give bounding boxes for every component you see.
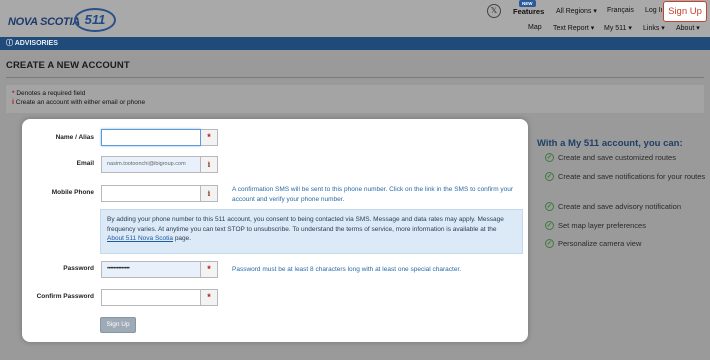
check-circle-icon: ✓ (545, 153, 554, 162)
info-icon[interactable]: i (201, 185, 218, 202)
signup-header-button[interactable]: Sign Up (663, 1, 707, 22)
info-note: i Create an account with either email or… (12, 98, 698, 107)
password-hint: Password must be at least 8 characters l… (232, 266, 462, 273)
form-notes: * Denotes a required field i Create an a… (6, 85, 704, 113)
password-input[interactable]: •••••••••••••• (101, 261, 201, 278)
confirm-password-input[interactable] (101, 289, 201, 306)
required-asterisk-icon: * (12, 90, 15, 97)
required-note-text: Denotes a required field (16, 90, 86, 97)
required-asterisk-icon: * (201, 289, 218, 306)
nav-links[interactable]: Links ▾ (643, 24, 665, 32)
benefit-item: Create and save notifications for your r… (558, 172, 706, 181)
consent-text: By adding your phone number to this 511 … (107, 216, 504, 233)
name-label: Name / Alias (55, 134, 94, 141)
confirm-password-label: Confirm Password (36, 293, 94, 300)
required-asterisk-icon: * (201, 129, 218, 146)
sms-consent-notice: By adding your phone number to this 511 … (100, 209, 523, 254)
site-header: NOVA SCOTIA 511 𝕏 NEW Features All Regio… (0, 0, 710, 37)
required-note: * Denotes a required field (12, 89, 698, 98)
name-input[interactable] (101, 129, 201, 146)
info-icon: i (12, 99, 14, 106)
regions-dropdown[interactable]: All Regions ▾ (556, 7, 597, 15)
nav-map[interactable]: Map (528, 24, 542, 31)
features-link[interactable]: Features (513, 7, 544, 16)
nav-text-report[interactable]: Text Report ▾ (553, 24, 594, 32)
benefit-item: Set map layer preferences (558, 221, 646, 230)
email-label: Email (76, 160, 94, 167)
new-badge: NEW (519, 0, 536, 7)
mobile-hint: A confirmation SMS will be sent to this … (232, 186, 514, 203)
info-icon[interactable]: i (201, 156, 218, 173)
check-circle-icon: ✓ (545, 239, 554, 248)
site-logo[interactable]: NOVA SCOTIA 511 (8, 8, 116, 36)
info-note-text: Create an account with either email or p… (15, 99, 146, 106)
page-title: CREATE A NEW ACCOUNT (6, 60, 130, 71)
password-label: Password (63, 265, 94, 272)
x-social-icon[interactable]: 𝕏 (487, 4, 501, 18)
logo-text: NOVA SCOTIA (8, 16, 80, 28)
required-asterisk-icon: * (201, 261, 218, 278)
mobile-input[interactable] (101, 185, 201, 202)
benefit-item: Create and save customized routes (558, 153, 676, 162)
logo-badge: 511 (74, 8, 116, 32)
check-circle-icon: ✓ (545, 221, 554, 230)
title-divider (6, 77, 704, 78)
check-circle-icon: ✓ (545, 172, 554, 181)
login-link[interactable]: Log In (645, 7, 662, 14)
about-511-link[interactable]: About 511 Nova Scotia (107, 235, 173, 242)
mobile-label: Mobile Phone (51, 189, 94, 196)
nav-my-511[interactable]: My 511 ▾ (604, 24, 632, 32)
advisories-bar[interactable]: ⓘ ADVISORIES (0, 37, 710, 50)
info-circle-icon: ⓘ (6, 40, 15, 47)
consent-tail: page. (173, 235, 192, 242)
signup-submit-button[interactable]: Sign Up (100, 317, 136, 333)
advisories-label: ADVISORIES (14, 40, 58, 47)
benefit-item: Personalize camera view (558, 239, 642, 248)
email-input[interactable]: nasim.tootoonchi@ibigroup.com (101, 156, 201, 173)
check-circle-icon: ✓ (545, 202, 554, 211)
benefits-title: With a My 511 account, you can: (537, 138, 683, 149)
nav-about[interactable]: About ▾ (676, 24, 700, 32)
benefit-item: Create and save advisory notification (558, 202, 681, 211)
french-link[interactable]: Français (607, 7, 634, 14)
signup-form-card: Name / Alias * Email nasim.tootoonchi@ib… (22, 119, 528, 342)
